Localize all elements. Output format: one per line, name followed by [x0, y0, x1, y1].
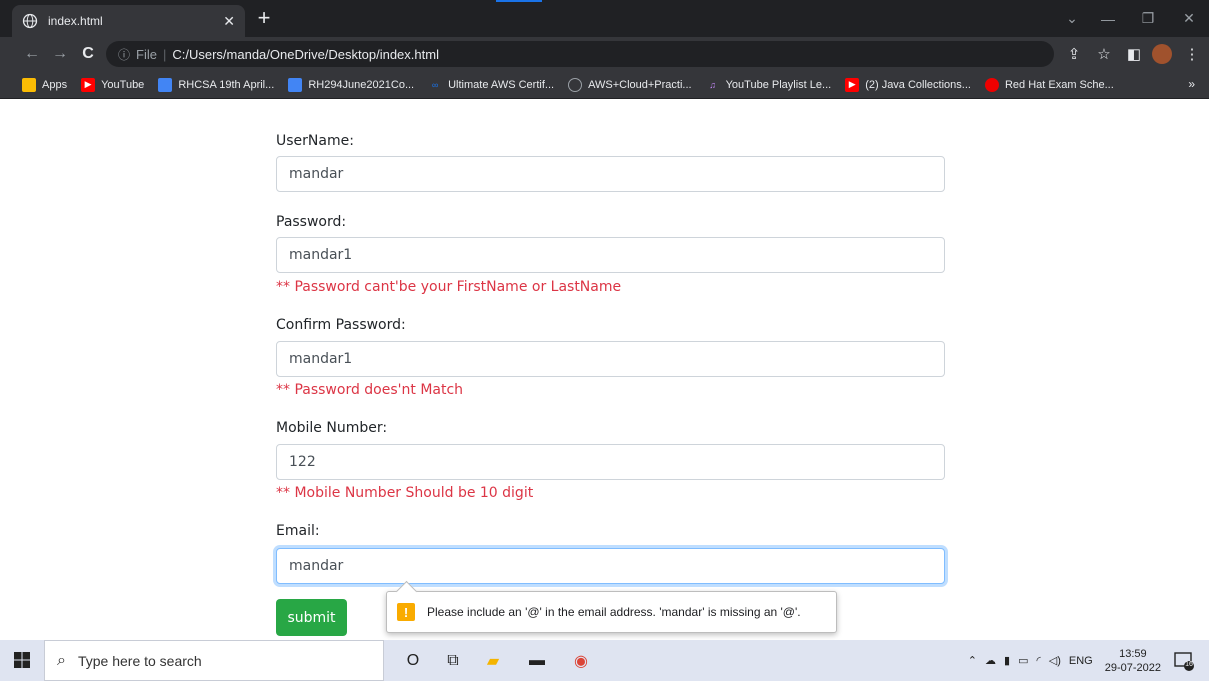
warning-icon: !: [397, 603, 415, 621]
bookmark-java-collections[interactable]: ▶ (2) Java Collections...: [845, 77, 971, 92]
wifi-icon[interactable]: ◜: [1036, 654, 1040, 667]
battery-icon[interactable]: ▭: [1018, 654, 1028, 667]
address-bar[interactable]: ⓘ File | C:/Users/manda/OneDrive/Desktop…: [106, 41, 1054, 67]
username-label: UserName:: [276, 133, 354, 149]
bookmark-yt-playlist[interactable]: ♫ YouTube Playlist Le...: [706, 78, 831, 92]
mobile-error: ** Mobile Number Should be 10 digit: [276, 485, 534, 501]
url-separator: |: [162, 46, 167, 62]
submit-button[interactable]: submit: [276, 599, 347, 636]
apps-grid-icon: [22, 77, 36, 92]
taskbar-search-box[interactable]: ⌕ Type here to search: [44, 640, 384, 681]
mobile-input[interactable]: [276, 444, 945, 480]
bookmark-aws-cloud[interactable]: AWS+Cloud+Practi...: [568, 77, 692, 92]
side-panel-icon[interactable]: ◧: [1122, 42, 1146, 66]
terminal-icon[interactable]: ▬: [524, 648, 550, 674]
volume-icon[interactable]: ◁): [1049, 654, 1061, 667]
browser-tab[interactable]: index.html ✕: [12, 5, 245, 37]
password-label: Password:: [276, 214, 347, 230]
bookmark-aws-cert[interactable]: ∞ Ultimate AWS Certif...: [428, 78, 554, 92]
search-icon: ⌕: [57, 651, 66, 669]
confirm-password-input[interactable]: [276, 341, 945, 377]
username-input[interactable]: [276, 156, 945, 192]
bookmark-apps[interactable]: Apps: [22, 77, 67, 92]
task-view-icon[interactable]: ⧉: [440, 648, 466, 674]
clock-date: 29-07-2022: [1104, 661, 1161, 674]
back-icon[interactable]: ←: [20, 42, 44, 66]
clock-time: 13:59: [1119, 647, 1147, 660]
page-content: UserName: Password: ** Password cant'be …: [0, 99, 1209, 640]
youtube-icon: ▶: [81, 77, 96, 92]
bookmark-star-icon[interactable]: ☆: [1092, 42, 1116, 66]
confirm-password-label: Confirm Password:: [276, 317, 406, 333]
email-input[interactable]: [276, 548, 945, 584]
bookmark-redhat-exam[interactable]: Red Hat Exam Sche...: [984, 77, 1114, 92]
windows-taskbar: ⌕ Type here to search O ⧉ ▰ ▬ ◉ ⌃ ☁ ▮ ▭ …: [0, 640, 1209, 681]
password-error: ** Password cant'be your FirstName or La…: [276, 279, 622, 295]
microphone-icon[interactable]: ▮: [1004, 654, 1010, 667]
minimize-icon[interactable]: —: [1088, 0, 1128, 37]
url-text: C:/Users/manda/OneDrive/Desktop/index.ht…: [172, 46, 439, 62]
confirm-password-error: ** Password does'nt Match: [276, 382, 464, 398]
password-input[interactable]: [276, 237, 945, 273]
search-placeholder: Type here to search: [77, 652, 202, 669]
tray-overflow-icon[interactable]: ⌃: [968, 654, 977, 667]
browser-titlebar: index.html ✕ + ⌄ — ❐ ✕: [0, 0, 1209, 37]
language-indicator[interactable]: ENG: [1069, 655, 1093, 667]
info-icon[interactable]: ⓘ: [118, 46, 130, 63]
mobile-label: Mobile Number:: [276, 420, 388, 436]
docs-icon: [288, 77, 303, 92]
bookmarks-overflow-icon[interactable]: »: [1188, 77, 1195, 91]
profile-avatar[interactable]: [1150, 42, 1174, 66]
share-icon[interactable]: ⇪: [1062, 42, 1086, 66]
bookmark-youtube[interactable]: ▶ YouTube: [81, 77, 144, 92]
menu-icon[interactable]: ⋮: [1180, 42, 1204, 66]
reload-icon[interactable]: C: [76, 42, 100, 66]
new-tab-button[interactable]: +: [252, 6, 276, 30]
tab-search-icon[interactable]: ⌄: [1052, 0, 1092, 37]
tab-strip-accent: [496, 0, 542, 2]
tab-title: index.html: [48, 14, 103, 28]
system-tray: ⌃ ☁ ▮ ▭ ◜ ◁) ENG 13:59 29-07-2022: [960, 640, 1161, 681]
forward-icon[interactable]: →: [48, 42, 72, 66]
clock[interactable]: 13:59 29-07-2022: [1105, 647, 1161, 675]
music-icon: ♫: [709, 79, 716, 90]
redhat-icon: [984, 77, 999, 92]
onedrive-icon[interactable]: ☁: [985, 654, 996, 667]
bookmarks-bar: Apps ▶ YouTube RHCSA 19th April... RH294J…: [0, 71, 1209, 99]
tab-close-icon[interactable]: ✕: [223, 13, 235, 30]
infinity-icon: ∞: [431, 79, 439, 90]
windows-start-icon[interactable]: [14, 652, 30, 668]
docs-icon: [158, 77, 173, 92]
file-explorer-icon[interactable]: ▰: [480, 648, 506, 674]
restore-icon[interactable]: ❐: [1128, 0, 1168, 37]
validation-message: Please include an '@' in the email addre…: [427, 605, 801, 619]
browser-toolbar: ← → C ⓘ File | C:/Users/manda/OneDrive/D…: [0, 37, 1209, 71]
globe-icon: [568, 77, 583, 92]
close-window-icon[interactable]: ✕: [1169, 0, 1209, 37]
notification-count: 16: [1185, 661, 1193, 668]
chrome-icon[interactable]: ◉: [568, 648, 594, 674]
validation-tooltip: ! Please include an '@' in the email add…: [386, 591, 837, 633]
bookmark-rhcsa[interactable]: RHCSA 19th April...: [158, 77, 274, 92]
notification-center-icon[interactable]: 16: [1173, 650, 1195, 672]
bookmark-rh294[interactable]: RH294June2021Co...: [288, 77, 414, 92]
cortana-icon[interactable]: O: [400, 648, 426, 674]
email-label: Email:: [276, 523, 320, 539]
youtube-icon: ▶: [845, 77, 860, 92]
globe-icon: [22, 13, 38, 29]
url-scheme-label: File: [136, 46, 157, 62]
